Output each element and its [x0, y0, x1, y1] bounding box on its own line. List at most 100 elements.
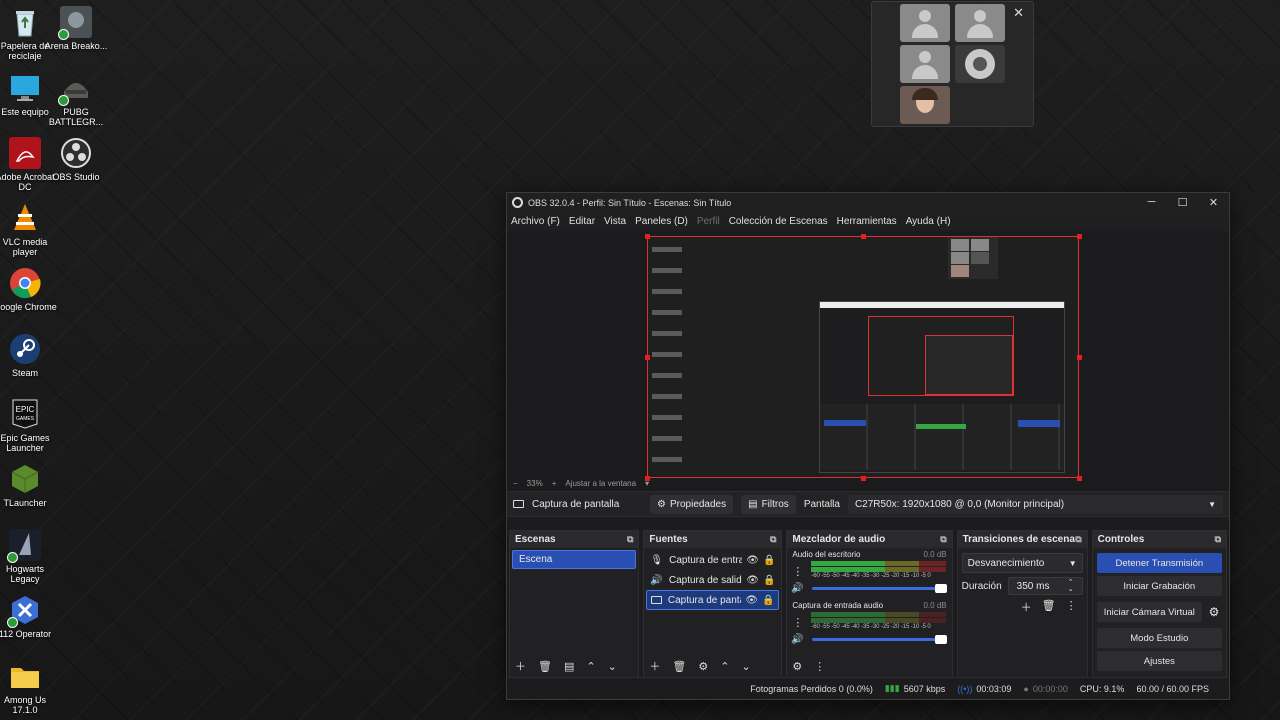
- monitor-icon: [9, 72, 41, 104]
- more-options-icon[interactable]: ⋮: [792, 616, 803, 629]
- resize-handle[interactable]: [1077, 476, 1082, 481]
- menu-coleccion-escenas[interactable]: Colección de Escenas: [729, 216, 828, 227]
- display-select[interactable]: C27R50x: 1920x1080 @ 0,0 (Monitor princi…: [847, 494, 1223, 514]
- source-item-display-capture[interactable]: Captura de pantalla 👁 🔒: [646, 590, 780, 610]
- trash-icon[interactable]: 🗑: [672, 660, 686, 673]
- gear-icon[interactable]: ⚙: [698, 660, 708, 673]
- menu-paneles[interactable]: Paneles (D): [635, 216, 688, 227]
- maximize-button[interactable]: ☐: [1167, 196, 1198, 209]
- move-down-icon[interactable]: ⌄: [741, 660, 750, 673]
- fit-window-option[interactable]: Ajustar a la ventana: [565, 479, 636, 488]
- studio-mode-button[interactable]: Modo Estudio: [1096, 628, 1222, 648]
- volume-slider[interactable]: [811, 634, 947, 644]
- trash-icon[interactable]: 🗑: [1042, 599, 1056, 615]
- volume-meter: -60 -55 -50 -45 -40 -35 -30 -25 -20 -15 …: [811, 561, 947, 581]
- start-recording-button[interactable]: Iniciar Grabación: [1096, 576, 1222, 596]
- speaker-icon[interactable]: 🔊: [791, 583, 803, 594]
- visibility-eye-icon[interactable]: 👁: [746, 575, 759, 586]
- more-options-icon[interactable]: ⋮: [792, 565, 803, 578]
- visibility-eye-icon[interactable]: 👁: [745, 595, 758, 606]
- shortcut-badge-icon: [7, 617, 18, 628]
- undock-icon[interactable]: ⧉: [1075, 534, 1081, 545]
- undock-icon[interactable]: ⧉: [1215, 534, 1221, 545]
- move-up-icon[interactable]: ⌃: [720, 660, 729, 673]
- move-down-icon[interactable]: ⌄: [608, 660, 617, 673]
- bitrate-value: 5607 kbps: [903, 683, 946, 694]
- desktop-icon-arena-breakout[interactable]: Arena Breako...: [44, 6, 108, 51]
- duration-input[interactable]: 350 ms ⌃ ⌄: [1007, 577, 1083, 595]
- desktop-icon-hogwarts[interactable]: Hogwarts Legacy: [0, 529, 57, 584]
- lock-icon[interactable]: 🔒: [763, 555, 775, 566]
- desktop-icon-among-us[interactable]: Among Us 17.1.0: [0, 660, 57, 715]
- advanced-audio-icon[interactable]: ⚙: [792, 660, 802, 673]
- lock-icon[interactable]: 🔒: [762, 595, 774, 606]
- volume-slider[interactable]: [811, 583, 947, 593]
- undock-icon[interactable]: ⧉: [940, 534, 946, 545]
- desktop-icon-chrome[interactable]: Google Chrome: [0, 267, 57, 312]
- participant-tile-camera: [955, 45, 1005, 83]
- preview-area[interactable]: [507, 231, 1229, 481]
- properties-button[interactable]: ⚙ Propiedades: [650, 494, 734, 514]
- channel-db: 0.0 dB: [923, 550, 947, 559]
- gear-icon[interactable]: ⚙: [1204, 605, 1224, 619]
- close-button[interactable]: ✕: [1198, 196, 1229, 209]
- spinner-icon[interactable]: ⌃ ⌄: [1068, 579, 1074, 593]
- undock-icon[interactable]: ⧉: [627, 534, 633, 545]
- speaker-icon[interactable]: 🔊: [791, 634, 803, 645]
- volume-slider-knob[interactable]: [934, 634, 947, 644]
- filters-button[interactable]: ▤ Filtros: [741, 494, 796, 514]
- meter-ticks: -60 -55 -50 -45 -40 -35 -30 -25 -20 -15 …: [811, 573, 931, 579]
- filter-icon[interactable]: ▤: [564, 660, 574, 673]
- lock-icon[interactable]: 🔒: [763, 575, 775, 586]
- resize-handle[interactable]: [1077, 355, 1082, 360]
- record-time-value: 00:00:00: [1032, 683, 1068, 694]
- menu-vista[interactable]: Vista: [604, 216, 626, 227]
- volume-slider-knob[interactable]: [934, 583, 947, 593]
- svg-text:GAMES: GAMES: [16, 416, 35, 422]
- undock-icon[interactable]: ⧉: [770, 534, 776, 545]
- scene-item[interactable]: Escena: [512, 550, 637, 569]
- preview-canvas[interactable]: [647, 236, 1079, 478]
- menu-ayuda[interactable]: Ayuda (H): [906, 216, 951, 227]
- move-up-icon[interactable]: ⌃: [586, 660, 595, 673]
- resize-handle[interactable]: [645, 476, 650, 481]
- desktop-icon-vlc[interactable]: VLC media player: [0, 202, 57, 257]
- duration-value: 350 ms: [1016, 580, 1050, 592]
- zoom-in-button[interactable]: +: [552, 479, 557, 488]
- source-item-audio-input[interactable]: 🎙 Captura de entrada 👁 🔒: [646, 550, 779, 570]
- close-icon[interactable]: ✕: [1013, 5, 1024, 21]
- desktop-icon-obs[interactable]: OBS Studio: [44, 137, 108, 182]
- desktop-icon-tlauncher[interactable]: TLauncher: [0, 463, 57, 508]
- duration-label: Duración: [961, 580, 1002, 592]
- source-item-audio-output[interactable]: 🔊 Captura de salida de 👁 🔒: [646, 570, 779, 590]
- settings-button[interactable]: Ajustes: [1096, 651, 1222, 671]
- desktop-icon-steam[interactable]: Steam: [0, 333, 57, 378]
- menu-perfil[interactable]: Perfil: [697, 216, 720, 227]
- more-options-icon[interactable]: ⋮: [1066, 599, 1077, 615]
- acrobat-icon: [9, 137, 41, 169]
- resize-handle[interactable]: [1077, 234, 1082, 239]
- add-icon[interactable]: ＋: [1021, 599, 1032, 615]
- transition-select[interactable]: Desvanecimiento ▼: [961, 553, 1083, 573]
- add-icon[interactable]: ＋: [515, 658, 526, 674]
- desktop-icon-112-operator[interactable]: 112 Operator: [0, 594, 57, 639]
- transition-select-value: Desvanecimiento: [967, 557, 1045, 569]
- add-icon[interactable]: ＋: [649, 658, 660, 674]
- start-virtual-camera-button[interactable]: Iniciar Cámara Virtual: [1096, 602, 1202, 622]
- resize-handle[interactable]: [645, 234, 650, 239]
- trash-icon[interactable]: 🗑: [538, 660, 552, 673]
- resize-handle[interactable]: [861, 234, 866, 239]
- desktop-icon-epic[interactable]: EPIC GAMES Epic Games Launcher: [0, 398, 57, 453]
- stop-stream-button[interactable]: Detener Transmisión: [1096, 553, 1222, 573]
- visibility-eye-icon[interactable]: 👁: [746, 555, 759, 566]
- menu-archivo[interactable]: Archivo (F): [511, 216, 560, 227]
- more-options-icon[interactable]: ⋮: [814, 660, 825, 673]
- menu-herramientas[interactable]: Herramientas: [837, 216, 897, 227]
- menu-editar[interactable]: Editar: [569, 216, 595, 227]
- resize-handle[interactable]: [645, 355, 650, 360]
- desktop-icon-pubg[interactable]: PUBG BATTLEGR...: [44, 72, 108, 127]
- preview-desktop-icons: [652, 239, 682, 469]
- zoom-out-button[interactable]: −: [513, 479, 518, 488]
- minimize-button[interactable]: ─: [1136, 196, 1167, 209]
- resize-handle[interactable]: [861, 476, 866, 481]
